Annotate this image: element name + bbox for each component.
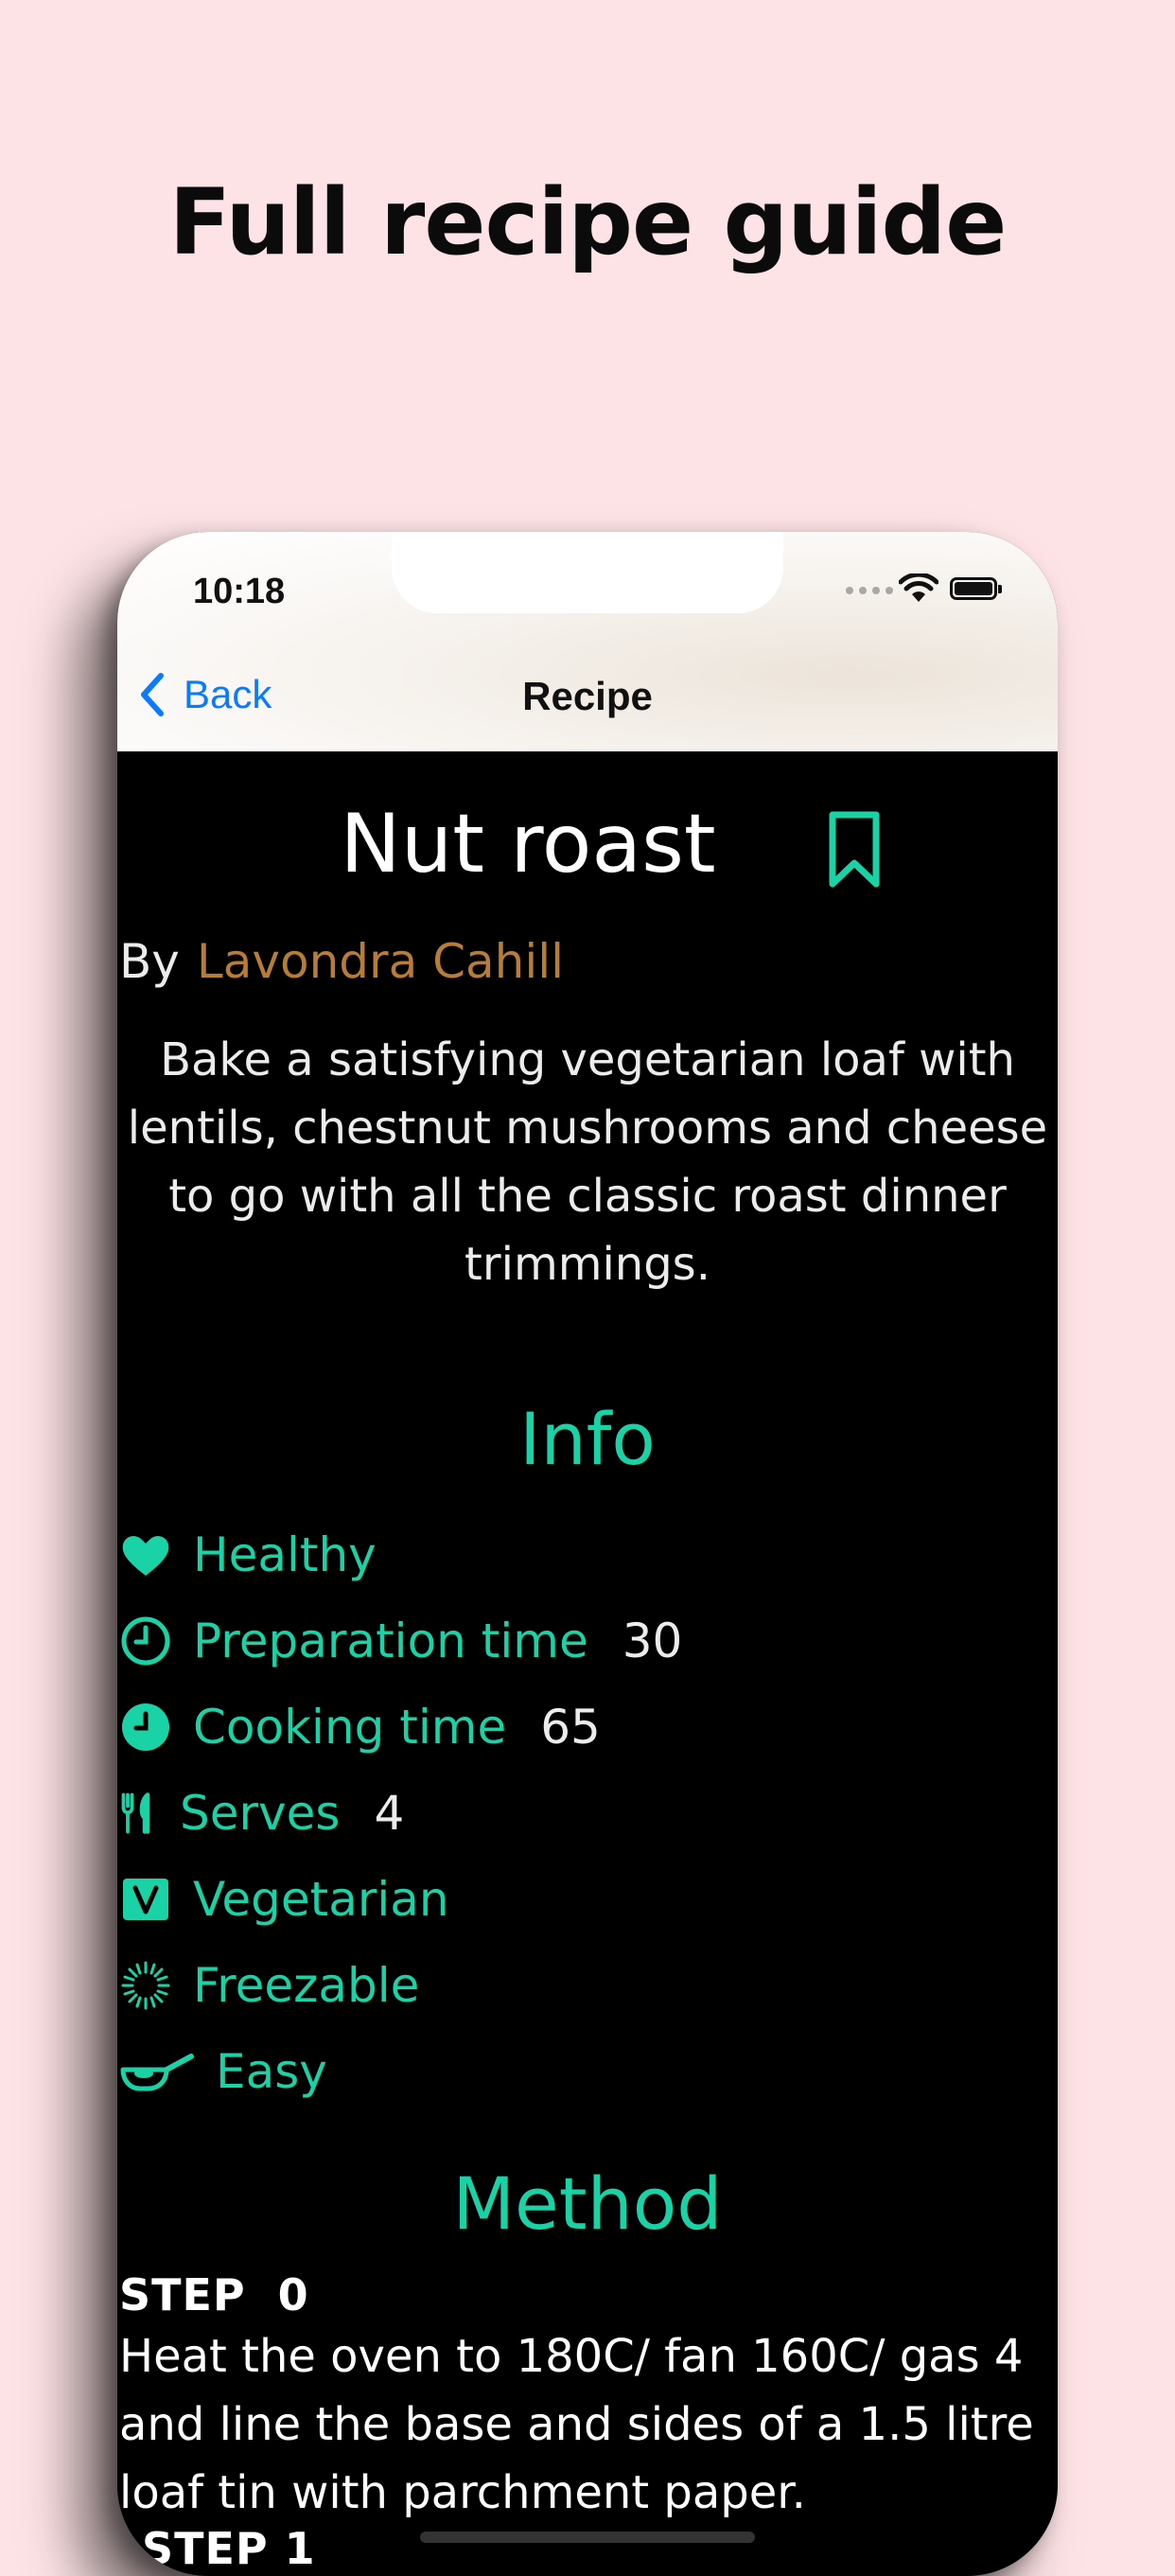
- info-item-healthy: Healthy: [119, 1522, 377, 1588]
- phone-screen: 10:18 Back Recipe Nut roast By Lavondra C…: [117, 532, 1058, 2576]
- heart-icon: [122, 1536, 169, 1576]
- info-label: Serves: [180, 1786, 341, 1841]
- info-label: Freezable: [193, 1958, 420, 2013]
- info-item-serves: Serves 4: [119, 1780, 404, 1846]
- clock-outline-icon: [121, 1616, 170, 1666]
- info-value: 4: [374, 1786, 405, 1841]
- recipe-author: By Lavondra Cahill: [119, 931, 564, 992]
- pan-icon: [120, 2054, 194, 2091]
- info-heading: Info: [519, 1397, 656, 1481]
- promo-headline: Full recipe guide: [168, 169, 1008, 275]
- info-label: Healthy: [193, 1527, 377, 1582]
- info-item-freezable: Freezable: [119, 1952, 419, 2019]
- step-label: STEP 0: [119, 2269, 309, 2320]
- author-prefix: By: [119, 934, 180, 989]
- recipe-description: Bake a satisfying vegetarian loaf with l…: [127, 1033, 1048, 1291]
- clock-filled-icon: [122, 1703, 169, 1751]
- cellular-signal-icon: [846, 587, 893, 594]
- home-indicator: [420, 2532, 755, 2543]
- step-text: Heat the oven to 180C/ fan 160C/ gas 4 a…: [119, 2330, 1034, 2519]
- bookmark-icon[interactable]: [827, 810, 882, 890]
- info-label: Easy: [216, 2044, 327, 2099]
- snowflake-icon: [121, 1961, 170, 2010]
- wifi-icon: [899, 573, 938, 602]
- info-label: Cooking time: [193, 1700, 507, 1755]
- method-heading: Method: [452, 2161, 723, 2246]
- info-item-vegetarian: Vegetarian: [119, 1866, 449, 1932]
- step-label: STEP 1: [142, 2523, 316, 2574]
- info-item-easy: Easy: [119, 2038, 327, 2105]
- vegetarian-icon: [123, 1879, 168, 1920]
- battery-icon: [950, 577, 1002, 600]
- info-value: 30: [622, 1614, 683, 1668]
- info-item-preparation-time: Preparation time 30: [119, 1608, 682, 1674]
- fork-knife-icon: [121, 1792, 150, 1834]
- navigation-header: 10:18 Back Recipe: [117, 532, 1058, 751]
- info-label: Preparation time: [193, 1614, 588, 1668]
- status-time: 10:18: [193, 572, 286, 611]
- recipe-title: Nut roast: [340, 797, 716, 891]
- info-label: Vegetarian: [193, 1872, 449, 1927]
- author-name[interactable]: Lavondra Cahill: [197, 934, 564, 989]
- nav-title: Recipe: [522, 674, 653, 718]
- info-value: 65: [540, 1700, 601, 1755]
- device-notch: [392, 532, 783, 613]
- info-item-cooking-time: Cooking time 65: [119, 1694, 601, 1760]
